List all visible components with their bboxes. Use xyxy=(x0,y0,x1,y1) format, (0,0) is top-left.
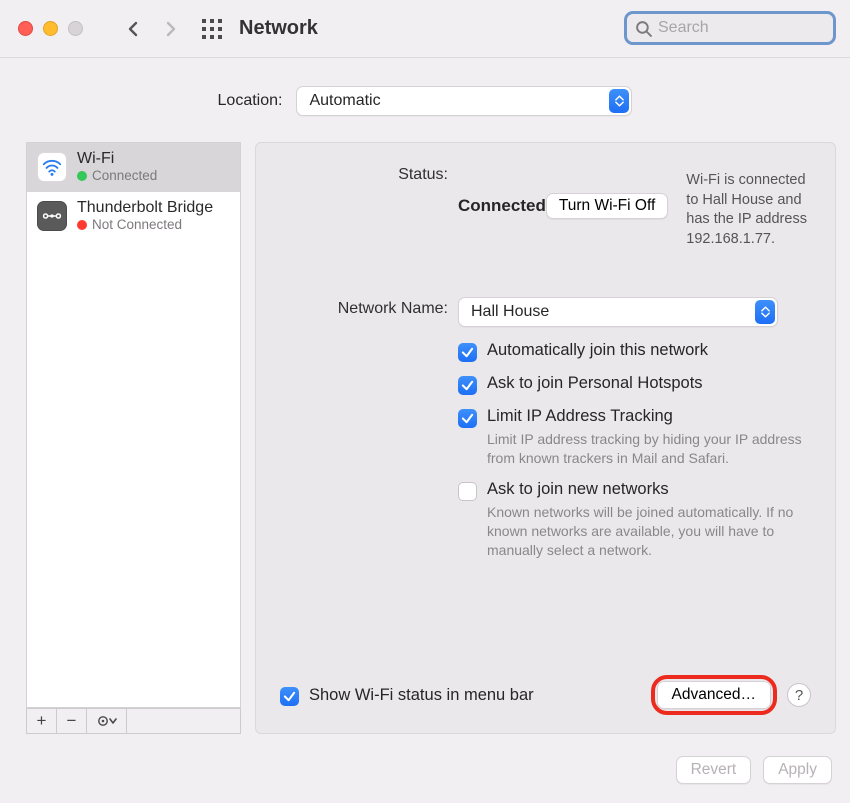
service-status: Connected xyxy=(77,168,157,184)
service-status: Not Connected xyxy=(77,217,213,233)
pane-title: Network xyxy=(239,17,318,40)
service-status-text: Not Connected xyxy=(92,217,182,233)
stepper-icon xyxy=(755,300,775,324)
stepper-icon xyxy=(609,89,629,113)
spacer xyxy=(127,709,240,733)
checkbox-on-icon xyxy=(280,687,299,706)
minimize-window-button[interactable] xyxy=(43,21,58,36)
search-placeholder: Search xyxy=(658,19,709,37)
service-name: Wi-Fi xyxy=(77,150,157,168)
grid-icon xyxy=(201,18,223,40)
status-value: Connected xyxy=(458,196,546,216)
auto-join-label: Automatically join this network xyxy=(487,341,708,360)
show-in-menubar-checkbox[interactable]: Show Wi-Fi status in menu bar xyxy=(280,685,534,706)
remove-service-button[interactable]: − xyxy=(57,709,87,733)
checkbox-on-icon xyxy=(458,376,477,395)
status-description: Wi-Fi is connected to Hall House and has… xyxy=(686,171,811,249)
forward-button[interactable] xyxy=(155,14,185,44)
thunderbolt-icon xyxy=(37,201,67,231)
limit-ip-description: Limit IP address tracking by hiding your… xyxy=(487,430,807,468)
service-status-text: Connected xyxy=(92,168,157,184)
network-name-select[interactable]: Hall House xyxy=(458,297,778,327)
network-name-value: Hall House xyxy=(471,303,549,321)
hotspots-checkbox[interactable]: Ask to join Personal Hotspots xyxy=(458,374,811,395)
location-label: Location: xyxy=(218,92,283,110)
gear-dropdown-icon xyxy=(97,714,117,728)
service-name: Thunderbolt Bridge xyxy=(77,199,213,217)
wifi-icon xyxy=(37,152,67,182)
status-row: Status: Connected Turn Wi-Fi Off Wi-Fi i… xyxy=(280,163,811,249)
hotspots-label: Ask to join Personal Hotspots xyxy=(487,374,703,393)
checkbox-on-icon xyxy=(458,343,477,362)
add-service-button[interactable]: + xyxy=(27,709,57,733)
main-content: Wi-Fi Connected Thunderbolt Bridge Not C… xyxy=(0,142,850,734)
revert-button[interactable]: Revert xyxy=(676,756,752,784)
sidebar-toolbar: + − xyxy=(26,708,241,734)
location-select[interactable]: Automatic xyxy=(296,86,632,116)
service-sidebar: Wi-Fi Connected Thunderbolt Bridge Not C… xyxy=(26,142,241,734)
status-dot-red-icon xyxy=(77,220,87,230)
advanced-button[interactable]: Advanced… xyxy=(657,681,771,709)
ask-new-label: Ask to join new networks xyxy=(487,480,807,499)
service-item-wifi[interactable]: Wi-Fi Connected xyxy=(27,143,240,192)
ask-new-description: Known networks will be joined automatica… xyxy=(487,503,807,560)
chevron-right-icon xyxy=(162,21,178,37)
turn-wifi-off-button[interactable]: Turn Wi-Fi Off xyxy=(546,193,668,219)
back-button[interactable] xyxy=(119,14,149,44)
network-name-label: Network Name: xyxy=(280,297,458,318)
location-row: Location: Automatic xyxy=(0,58,850,142)
toolbar: Network Search xyxy=(0,0,850,58)
auto-join-checkbox[interactable]: Automatically join this network xyxy=(458,341,811,362)
show-in-menubar-label: Show Wi-Fi status in menu bar xyxy=(309,686,534,705)
search-field[interactable]: Search xyxy=(624,11,836,45)
service-list[interactable]: Wi-Fi Connected Thunderbolt Bridge Not C… xyxy=(26,142,241,708)
traffic-lights xyxy=(18,21,83,36)
detail-panel: Status: Connected Turn Wi-Fi Off Wi-Fi i… xyxy=(255,142,836,734)
help-button[interactable]: ? xyxy=(787,683,811,707)
zoom-window-button[interactable] xyxy=(68,21,83,36)
checkbox-off-icon xyxy=(458,482,477,501)
status-label: Status: xyxy=(280,163,458,184)
location-value: Automatic xyxy=(309,92,380,110)
highlight-annotation: Advanced… xyxy=(651,675,777,715)
apply-button[interactable]: Apply xyxy=(763,756,832,784)
service-text: Wi-Fi Connected xyxy=(77,150,157,184)
status-dot-green-icon xyxy=(77,171,87,181)
options-checklist: Automatically join this network Ask to j… xyxy=(458,341,811,559)
service-item-thunderbolt[interactable]: Thunderbolt Bridge Not Connected xyxy=(27,192,240,241)
bottom-button-bar: Revert Apply xyxy=(0,734,850,784)
chevron-left-icon xyxy=(126,21,142,37)
checkbox-on-icon xyxy=(458,409,477,428)
limit-ip-checkbox[interactable]: Limit IP Address Tracking Limit IP addre… xyxy=(458,407,811,468)
limit-ip-label: Limit IP Address Tracking xyxy=(487,407,807,426)
service-actions-menu[interactable] xyxy=(87,709,127,733)
close-window-button[interactable] xyxy=(18,21,33,36)
show-all-prefs-button[interactable] xyxy=(199,16,225,42)
menubar-row: Show Wi-Fi status in menu bar Advanced… … xyxy=(280,675,811,715)
wifi-toggle-wrap: Turn Wi-Fi Off xyxy=(546,193,668,219)
service-text: Thunderbolt Bridge Not Connected xyxy=(77,199,213,233)
ask-new-networks-checkbox[interactable]: Ask to join new networks Known networks … xyxy=(458,480,811,560)
network-name-row: Network Name: Hall House Automatically j… xyxy=(280,297,811,559)
search-icon xyxy=(635,20,652,37)
